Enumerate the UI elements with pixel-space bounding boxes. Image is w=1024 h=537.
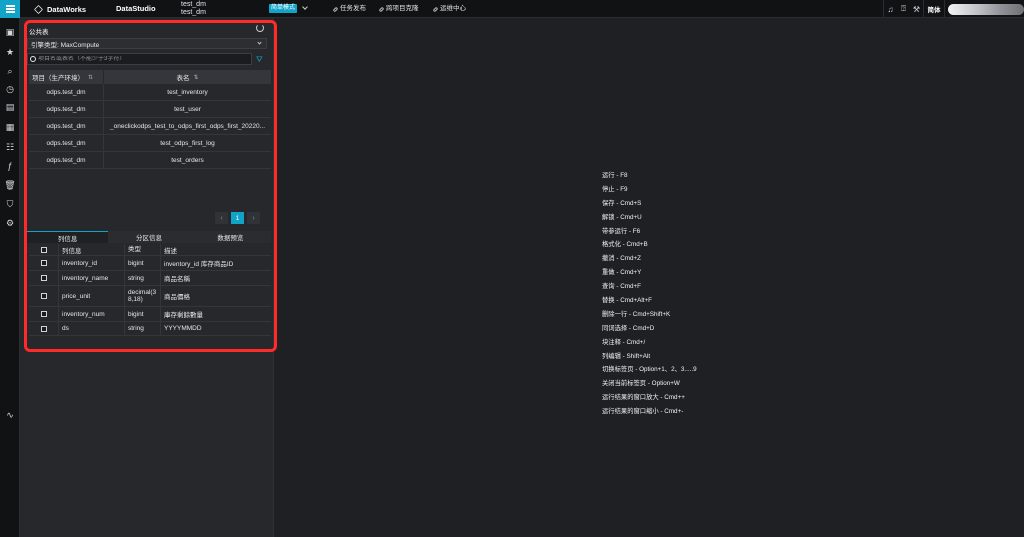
keyboard-shortcuts-list: 运行 - F8 停止 - F9 保存 - Cmd+S 解锁 - Cmd+U 带参… (602, 169, 697, 419)
refresh-icon[interactable] (256, 24, 264, 32)
row-checkbox[interactable] (40, 260, 47, 266)
shortcut-item: 格式化 - Cmd+B (602, 241, 648, 249)
chevron-down-icon (257, 40, 262, 45)
clock-icon[interactable]: ◷ (0, 82, 20, 96)
shortcut-item: 运行 - F8 (602, 172, 628, 179)
public-tables-table: 项目（生产环境） ⇅ 表名 ⇅ odps.test_dm test_inventor… (29, 70, 271, 169)
shield-icon[interactable]: ⛉ (0, 197, 20, 211)
shortcut-item: 删除一行 - Cmd+Shift+K (602, 310, 671, 318)
shortcut-item: 关闭当前标签页 - Option+W (602, 380, 680, 388)
tab-column-info[interactable]: 列信息 (27, 231, 109, 243)
row-checkbox[interactable] (40, 275, 47, 281)
table-row[interactable]: inventory_num bigint 庫存剩餘數量 (29, 307, 271, 322)
sort-icon[interactable]: ⇅ (88, 74, 93, 81)
left-icon-bar: ▣ ★ ⌕ ◷ ▤ ▦ ☷ ƒ 🗑 ⛉ ⚙ ∿ (0, 18, 20, 537)
tab-data-preview[interactable]: 数据预览 (190, 231, 271, 243)
table-row[interactable]: price_unit decimal(38,18) 商品價格 (29, 286, 271, 307)
studio-title[interactable]: DataStudio (116, 0, 156, 18)
header-table-name[interactable]: 表名 ⇅ (104, 70, 271, 84)
shortcut-item: 切换标签页 - Option+1、2、3.....9 (602, 366, 697, 374)
shortcut-item: 带参运行 - F6 (602, 227, 641, 235)
link-icon (378, 6, 385, 12)
nav-operation-center[interactable]: 运维中心 (432, 0, 466, 18)
table-row[interactable]: odps.test_dm test_inventory (29, 84, 271, 101)
settings-gear-icon[interactable]: ⚙ (0, 216, 20, 230)
link-icon (332, 6, 339, 12)
help-icon[interactable]: ⍰ (897, 0, 910, 18)
link-icon (432, 6, 439, 12)
nav-cross-project-clone[interactable]: 跨项目克隆 (378, 0, 419, 18)
row-checkbox[interactable] (40, 293, 47, 299)
table-header: 列信息 类型 描述 (29, 244, 271, 256)
filter-icon[interactable]: ⛛ (256, 55, 263, 65)
table-row[interactable]: odps.test_dm _oneclickodps_test_to_odps_… (29, 118, 271, 135)
nav-task-publish[interactable]: 任务发布 (332, 0, 366, 18)
trash-icon[interactable]: 🗑 (0, 178, 20, 192)
shortcut-item: 解锁 - Cmd+U (602, 213, 642, 221)
user-avatar[interactable] (948, 3, 1024, 15)
shortcut-item: 块注释 - Cmd+/ (602, 338, 646, 346)
search-icon (28, 53, 38, 65)
shortcut-item: 同词选择 - Cmd+D (602, 324, 655, 332)
function-icon[interactable]: ƒ (0, 159, 20, 173)
project-name: test_dm (181, 1, 206, 8)
header-project[interactable]: 项目（生产环境） ⇅ (29, 70, 104, 84)
project-env: test_dm (181, 9, 206, 16)
shortcut-item: 列编辑 - Shift+Alt (602, 352, 651, 360)
shortcut-item: 运行结果的窗口放大 - Cmd++ (602, 394, 685, 402)
search-icon[interactable]: ⌕ (0, 64, 20, 78)
table-row[interactable]: ds string YYYYMMDD (29, 322, 271, 336)
list-icon[interactable]: ☷ (0, 140, 20, 154)
brand[interactable]: DataWorks (34, 0, 86, 18)
search-input[interactable] (38, 56, 238, 62)
shortcut-item: 查询 - Cmd+F (602, 283, 642, 291)
pagination: ‹ 1 › (215, 212, 260, 224)
dataworks-logo-icon (34, 4, 43, 14)
briefcase-icon[interactable]: ▤ (0, 100, 20, 114)
detail-tabs: 列信息 分区信息 数据预览 (27, 231, 271, 243)
row-checkbox[interactable] (40, 325, 47, 332)
table-icon[interactable]: ▦ (0, 120, 20, 134)
row-checkbox[interactable] (40, 311, 47, 317)
shortcut-item: 运行结果的窗口缩小 - Cmd+- (602, 408, 684, 416)
prev-page-button[interactable]: ‹ (215, 212, 228, 224)
wrench-icon[interactable]: ⚒ (910, 0, 923, 18)
shortcut-item: 停止 - F9 (602, 185, 628, 193)
sort-icon[interactable]: ⇅ (193, 74, 198, 81)
search-box (27, 53, 252, 65)
top-bar: DataWorks DataStudio test_dm test_dm 简单模… (0, 0, 1024, 18)
language-switch[interactable]: 简体 (924, 4, 944, 14)
table-row[interactable]: odps.test_dm test_orders (29, 152, 271, 169)
shortcut-item: 撤消 - Cmd+Z (602, 255, 642, 263)
data-development-icon[interactable]: ▣ (0, 25, 20, 39)
table-row[interactable]: inventory_id bigint inventory_id 库存商品ID (29, 256, 271, 271)
bell-icon[interactable]: ♫ (884, 0, 897, 18)
mode-badge[interactable]: 简单模式 (269, 4, 298, 13)
activity-icon[interactable]: ∿ (0, 408, 20, 422)
column-info-table: 列信息 类型 描述 inventory_id bigint inventory_… (29, 244, 271, 336)
table-row[interactable]: odps.test_dm test_odps_first_log (29, 135, 271, 152)
table-header: 项目（生产环境） ⇅ 表名 ⇅ (29, 70, 271, 84)
tab-partition-info[interactable]: 分区信息 (108, 231, 189, 243)
table-row[interactable]: odps.test_dm test_user (29, 101, 271, 118)
panel-title: 公共表 (29, 29, 49, 36)
project-selector[interactable]: test_dm test_dm (181, 1, 206, 17)
chevron-down-icon[interactable] (302, 4, 308, 10)
favorites-icon[interactable]: ★ (0, 45, 20, 59)
shortcut-item: 替换 - Cmd+Alt+F (602, 297, 653, 305)
engine-type-select[interactable]: 引擎类型: MaxCompute (27, 38, 267, 49)
brand-name: DataWorks (47, 4, 87, 14)
shortcut-item: 保存 - Cmd+S (602, 199, 642, 207)
shortcut-item: 重做 - Cmd+Y (602, 269, 642, 277)
select-all-checkbox[interactable] (40, 246, 47, 253)
table-row[interactable]: inventory_name string 商品名稱 (29, 271, 271, 286)
hamburger-menu-icon[interactable] (0, 0, 20, 18)
page-number[interactable]: 1 (231, 212, 244, 224)
next-page-button[interactable]: › (247, 212, 260, 224)
